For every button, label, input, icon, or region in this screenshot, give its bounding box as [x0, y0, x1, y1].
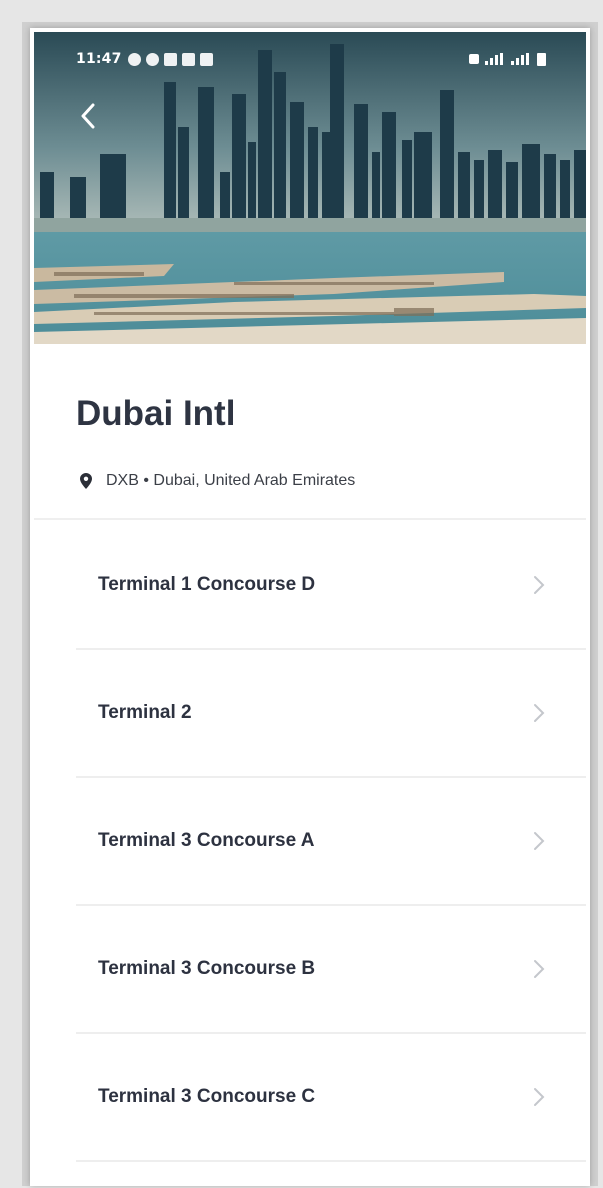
terminal-label: Terminal 1 Concourse D: [98, 574, 316, 595]
chevron-right-icon: [534, 576, 545, 594]
terminal-label: Terminal 3 Concourse A: [98, 830, 315, 851]
terminal-label: Terminal 2: [98, 702, 192, 723]
signal-2-icon: [511, 53, 531, 65]
instagram-icon: [181, 52, 195, 66]
chevron-right-icon: [534, 832, 545, 850]
section-divider: [34, 518, 586, 520]
facebook-icon: [145, 52, 159, 66]
message-icon: [127, 52, 141, 66]
airport-name: Dubai Intl: [76, 394, 236, 433]
phone-screen: 11:47 Dubai Intl DXB • Dubai, United Ara…: [30, 28, 590, 1186]
linkedin-icon: [199, 52, 213, 66]
notification-icons: [127, 52, 213, 66]
notes-icon: [163, 52, 177, 66]
location-text: DXB • Dubai, United Arab Emirates: [106, 472, 356, 489]
terminal-item-5[interactable]: Terminal 3 Concourse C: [76, 1034, 586, 1162]
terminal-item-1[interactable]: Terminal 1 Concourse D: [76, 522, 586, 650]
terminal-item-4[interactable]: Terminal 3 Concourse B: [76, 906, 586, 1034]
alarm-icon: [469, 54, 479, 64]
status-time: 11:47: [76, 51, 122, 67]
terminal-label: Terminal 3 Concourse B: [98, 958, 316, 979]
chevron-left-icon: [81, 103, 95, 129]
signal-icon: [485, 53, 505, 65]
back-button[interactable]: [70, 98, 106, 134]
status-bar: 11:47: [34, 32, 586, 86]
status-right: [469, 52, 546, 66]
map-pin-icon: [80, 473, 92, 489]
battery-icon: [537, 52, 546, 66]
terminal-item-2[interactable]: Terminal 2: [76, 650, 586, 778]
terminal-item-3[interactable]: Terminal 3 Concourse A: [76, 778, 586, 906]
terminal-label: Terminal 3 Concourse C: [98, 1086, 316, 1107]
airport-location: DXB • Dubai, United Arab Emirates: [80, 472, 355, 490]
hero-image: 11:47: [34, 32, 586, 344]
status-left: 11:47: [76, 51, 213, 67]
chevron-right-icon: [534, 960, 545, 978]
chevron-right-icon: [534, 1088, 545, 1106]
chevron-right-icon: [534, 704, 545, 722]
